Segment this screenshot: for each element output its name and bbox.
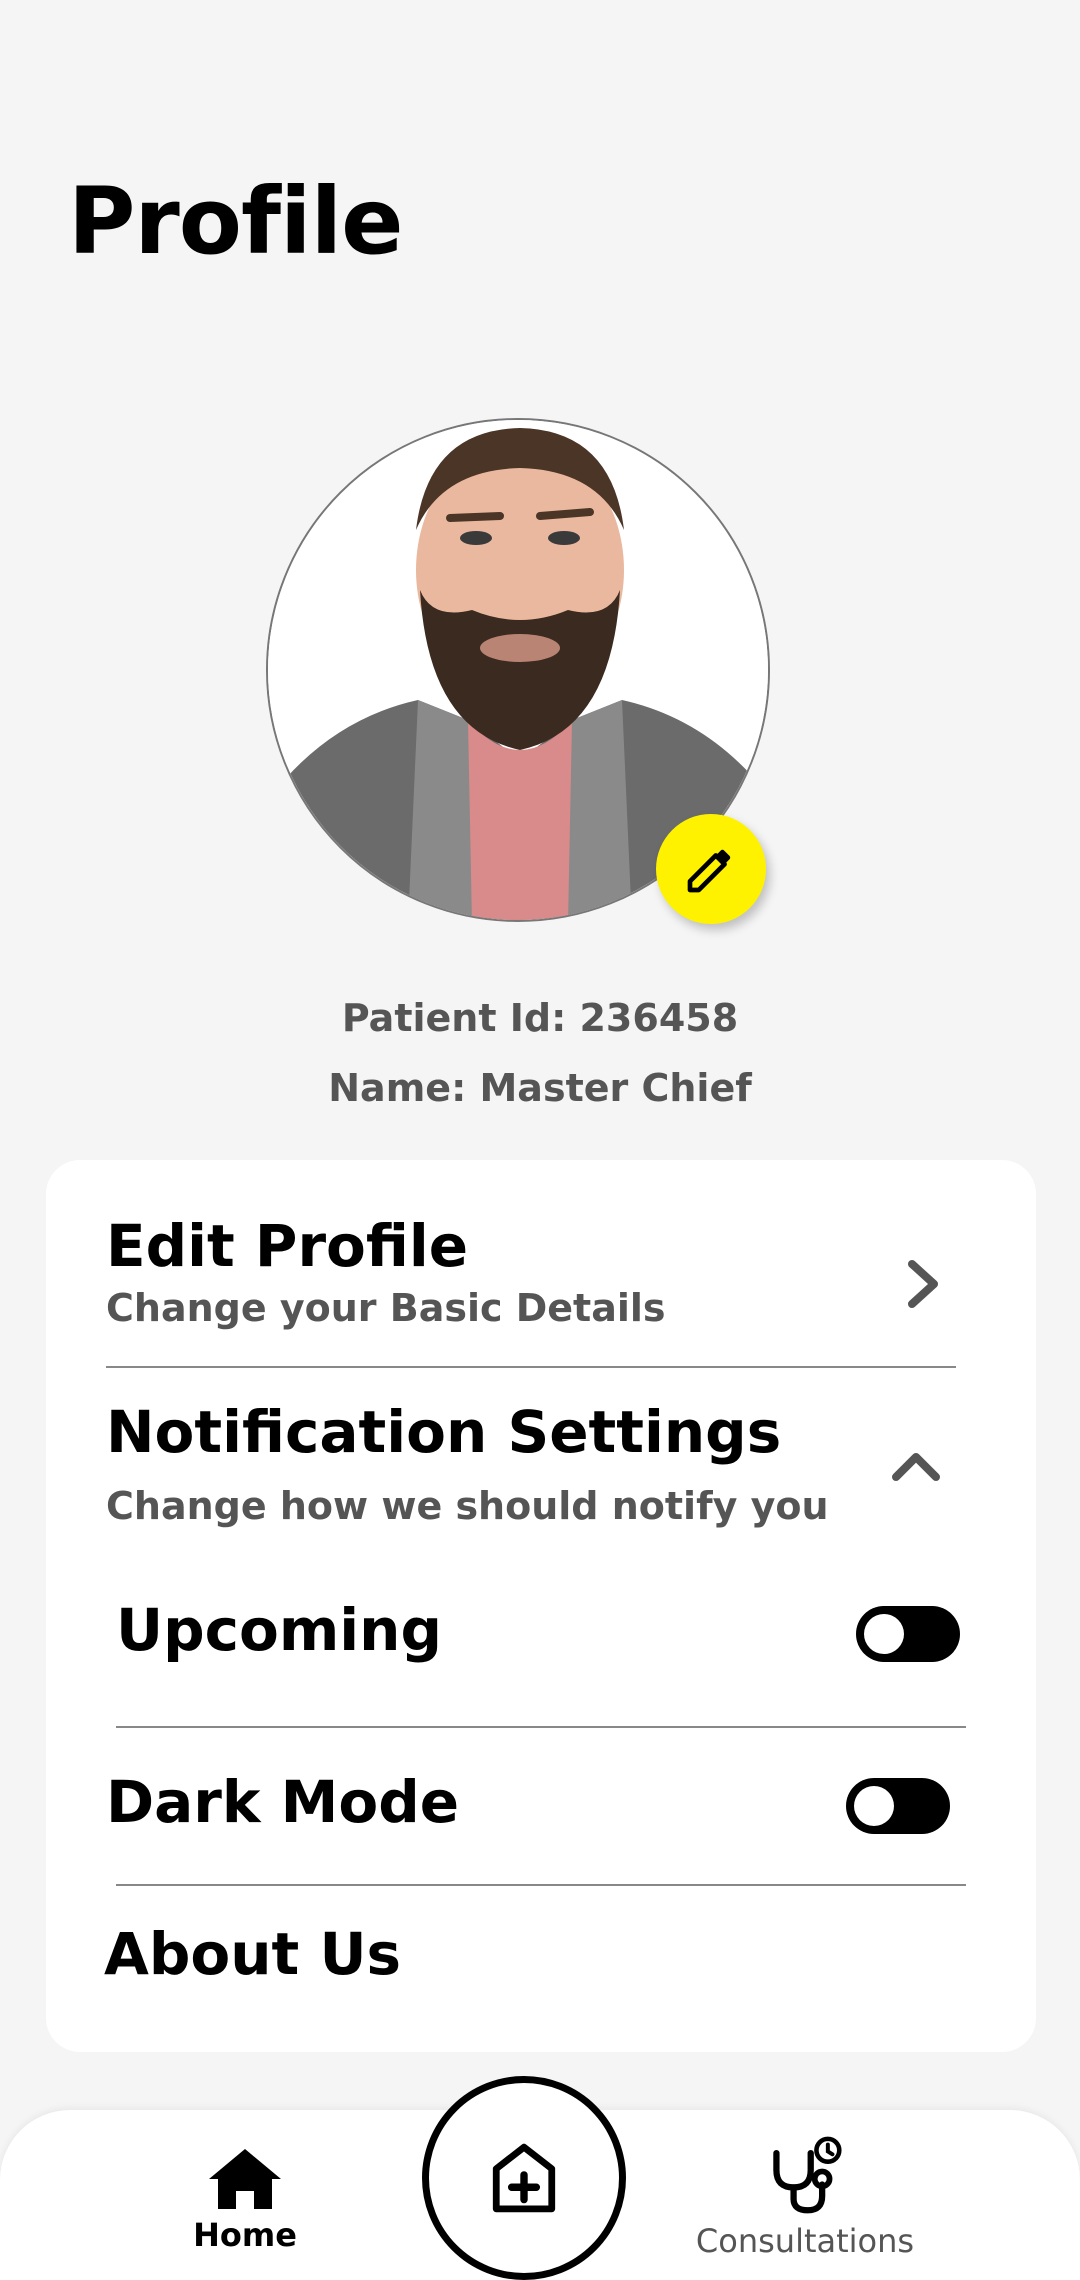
pencil-icon	[687, 849, 731, 893]
nav-consultations[interactable]: Consultations	[690, 2136, 920, 2260]
divider	[116, 1884, 966, 1886]
notification-settings-chevron[interactable]	[876, 1436, 956, 1496]
chevron-up-icon	[892, 1453, 940, 1481]
divider	[116, 1726, 966, 1728]
dark-mode-label: Dark Mode	[106, 1768, 460, 1836]
edit-profile-chevron[interactable]	[894, 1244, 954, 1324]
patient-id: Patient Id: 236458	[341, 996, 739, 1040]
notification-settings-title: Notification Settings	[106, 1398, 782, 1466]
nav-home-label: Home	[193, 2216, 297, 2254]
profile-screen: Profile Patient Id: 236458 Name: Master …	[0, 0, 1080, 2280]
nav-consultations-label: Consultations	[695, 2222, 915, 2260]
patient-name: Name: Master Chief	[328, 1066, 752, 1110]
divider	[106, 1366, 956, 1368]
stethoscope-history-icon	[773, 2136, 842, 2214]
page-title: Profile	[68, 168, 403, 275]
settings-card: Edit Profile Change your Basic Details N…	[46, 1160, 1036, 2052]
chevron-right-icon	[908, 1260, 938, 1308]
toggle-knob	[864, 1614, 904, 1654]
nav-home[interactable]: Home	[190, 2146, 300, 2254]
hospital-plus-icon	[492, 2143, 556, 2213]
about-us-label: About Us	[104, 1920, 402, 1988]
edit-avatar-button[interactable]	[656, 814, 766, 924]
edit-profile-subtitle: Change your Basic Details	[106, 1286, 666, 1330]
notification-settings-subtitle: Change how we should notify you	[106, 1484, 829, 1528]
upcoming-label: Upcoming	[116, 1596, 442, 1664]
upcoming-toggle[interactable]	[856, 1606, 960, 1662]
avatar-container	[266, 418, 770, 924]
dark-mode-toggle[interactable]	[846, 1778, 950, 1834]
home-icon	[209, 2149, 281, 2209]
toggle-knob	[854, 1786, 894, 1826]
edit-profile-title: Edit Profile	[106, 1212, 469, 1280]
new-appointment-button[interactable]	[422, 2076, 626, 2280]
